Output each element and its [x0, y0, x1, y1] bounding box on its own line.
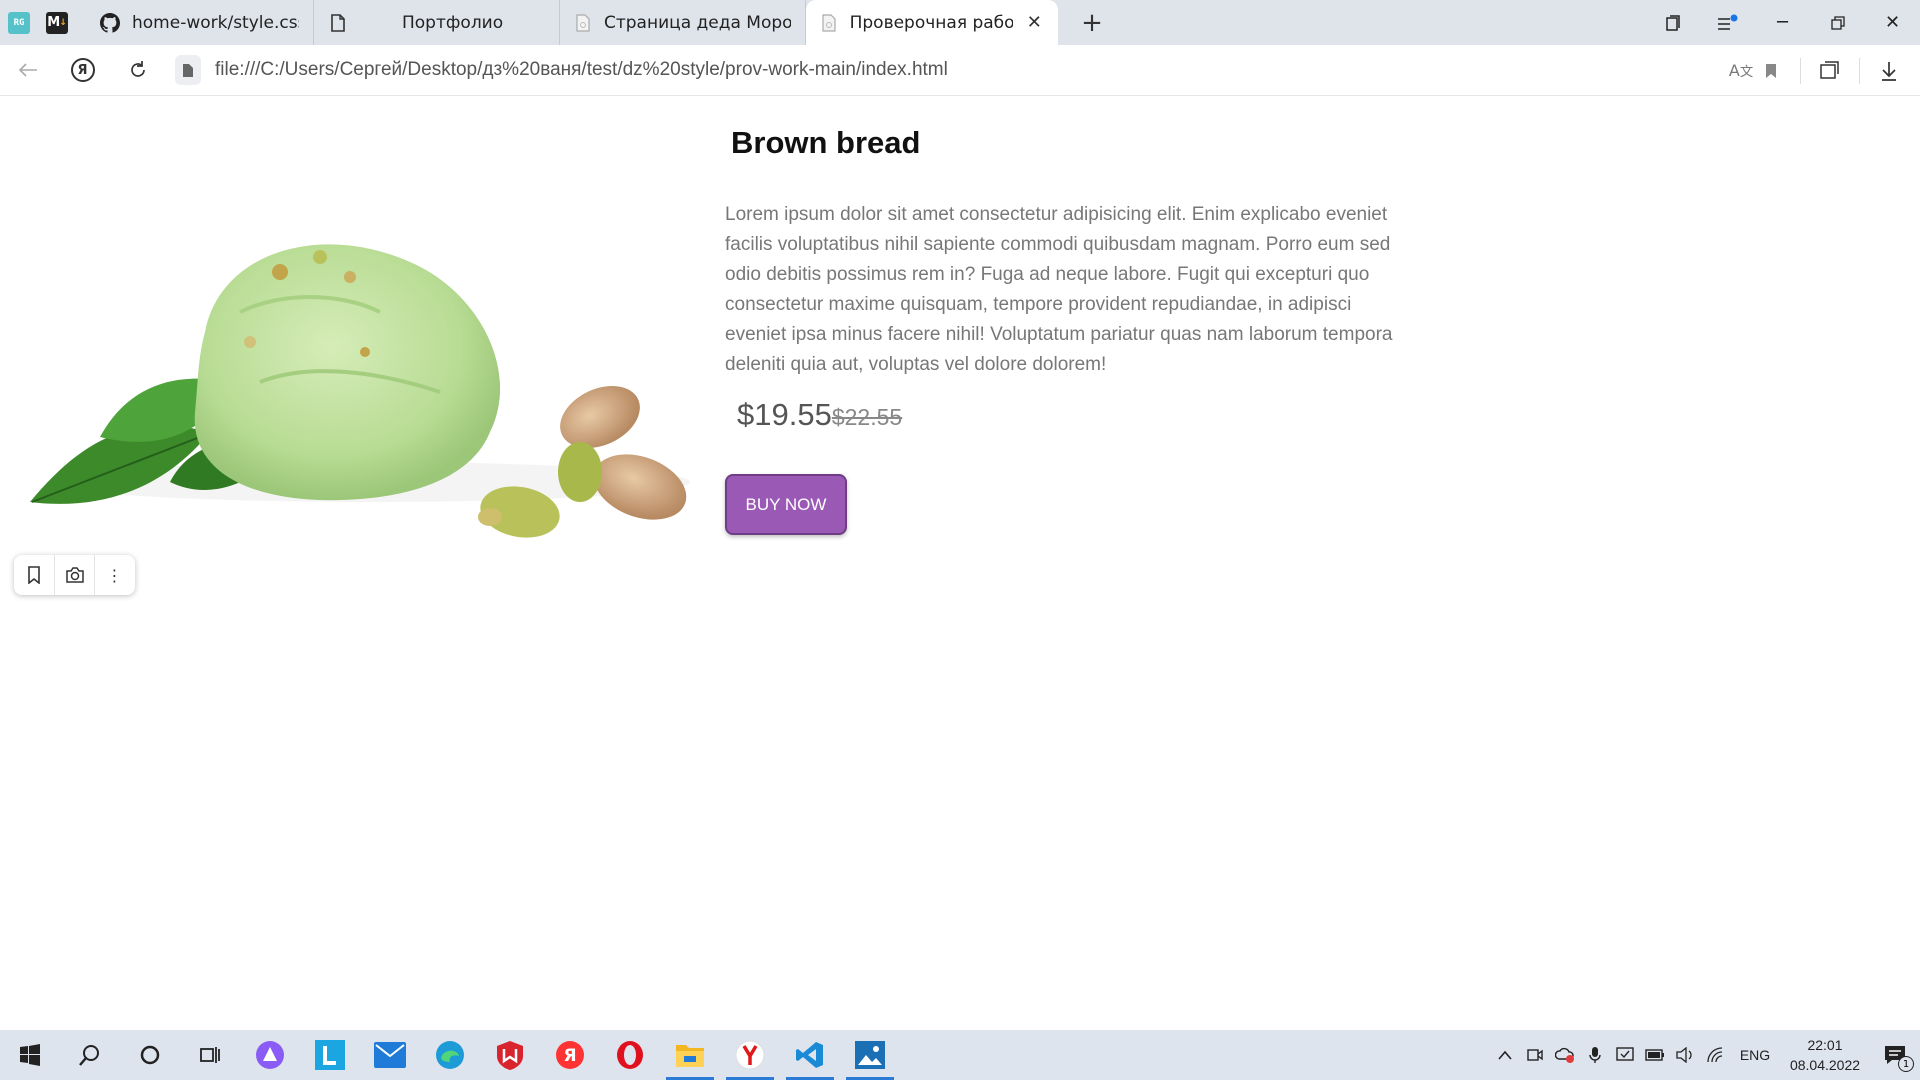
- chevron-up-icon[interactable]: [1490, 1030, 1520, 1080]
- microphone-icon[interactable]: [1580, 1030, 1610, 1080]
- windows-start-icon[interactable]: [0, 1030, 60, 1080]
- pinned-tab-markdown[interactable]: M ↓: [38, 0, 76, 45]
- close-tab-icon[interactable]: ✕: [1025, 12, 1044, 34]
- buy-now-button[interactable]: BUY NOW: [725, 474, 847, 535]
- system-tray: ENG 22:01 08.04.2022 1: [1490, 1030, 1920, 1080]
- task-view-icon[interactable]: [180, 1030, 240, 1080]
- camera-tray-icon[interactable]: [1520, 1030, 1550, 1080]
- github-icon: [100, 12, 120, 33]
- more-options-icon[interactable]: ⋮: [94, 555, 134, 595]
- tab-proverochnaya[interactable]: Проверочная работа ✕: [806, 0, 1058, 45]
- back-button[interactable]: [0, 45, 55, 96]
- product-title: Brown bread: [731, 125, 921, 160]
- yandex-icon: Я: [70, 58, 95, 82]
- opera-icon[interactable]: [600, 1030, 660, 1080]
- new-tab-button[interactable]: +: [1072, 0, 1112, 45]
- menu-icon[interactable]: [1700, 0, 1755, 45]
- page-content: Brown bread Lorem ipsum dolor sit amet c…: [0, 97, 1920, 1030]
- image-toolbar: ⋮: [14, 555, 135, 595]
- arrow-left-icon: [18, 63, 37, 77]
- windows-taskbar: Я ENG 22:01 08.04.2022 1: [0, 1030, 1920, 1080]
- yandex-button[interactable]: Я: [55, 45, 110, 96]
- tab-portfolio[interactable]: Портфолио: [314, 0, 560, 45]
- window-controls: ─ ✕: [1645, 0, 1920, 45]
- regex-icon: RG: [8, 11, 30, 34]
- cortana-icon[interactable]: [120, 1030, 180, 1080]
- search-icon[interactable]: [60, 1030, 120, 1080]
- device-icon[interactable]: [1610, 1030, 1640, 1080]
- lingvo-icon[interactable]: [300, 1030, 360, 1080]
- edge-icon[interactable]: [420, 1030, 480, 1080]
- address-bar: Я file:///C:/Users/Сергей/Desktop/дз%20в…: [0, 45, 1920, 96]
- clock-time: 22:01: [1807, 1037, 1843, 1053]
- vscode-icon[interactable]: [780, 1030, 840, 1080]
- divider: [1859, 57, 1860, 84]
- clock-date: 08.04.2022: [1789, 1057, 1861, 1073]
- page-icon: [574, 13, 592, 33]
- translate-icon[interactable]: A文: [1726, 45, 1756, 96]
- download-icon[interactable]: [1874, 45, 1904, 96]
- reload-button[interactable]: [110, 45, 165, 96]
- markdown-icon: M ↓: [46, 11, 68, 34]
- wifi-icon[interactable]: [1700, 1030, 1730, 1080]
- bookmark-image-icon[interactable]: [14, 555, 54, 595]
- file-explorer-icon[interactable]: [660, 1030, 720, 1080]
- old-price: $22.55: [831, 404, 903, 430]
- tab-title: home-work/style.css at ma: [132, 12, 299, 33]
- battery-icon[interactable]: [1640, 1030, 1670, 1080]
- tab-ded-moroz[interactable]: Страница деда Мороза: [560, 0, 806, 45]
- yandex-music-icon[interactable]: Я: [540, 1030, 600, 1080]
- yandex-browser-icon[interactable]: [720, 1030, 780, 1080]
- file-icon[interactable]: [175, 55, 201, 85]
- divider: [1800, 57, 1801, 84]
- notification-count: 1: [1898, 1056, 1914, 1072]
- url-text[interactable]: file:///C:/Users/Сергей/Desktop/дз%20ван…: [215, 59, 948, 81]
- bookmark-icon[interactable]: [1756, 45, 1786, 96]
- price-row: $19.55 $22.55: [737, 397, 902, 433]
- pinned-tab-regex[interactable]: RG: [0, 0, 38, 45]
- photos-icon[interactable]: [840, 1030, 900, 1080]
- document-icon: [328, 13, 348, 33]
- alice-icon[interactable]: [240, 1030, 300, 1080]
- language-indicator[interactable]: ENG: [1730, 1047, 1780, 1063]
- current-price: $19.55: [737, 397, 832, 432]
- tab-title: Проверочная работа: [849, 12, 1013, 33]
- collections-icon[interactable]: [1645, 0, 1700, 45]
- address-bar-actions: A文: [1726, 45, 1920, 96]
- restore-icon[interactable]: [1810, 0, 1865, 45]
- camera-icon[interactable]: [54, 555, 94, 595]
- browser-tab-bar: RG M↓ home-work/style.css at ma Портфоли…: [0, 0, 1920, 45]
- onedrive-error-icon[interactable]: [1550, 1030, 1580, 1080]
- mail-icon[interactable]: [360, 1030, 420, 1080]
- collections-panel-icon[interactable]: [1815, 45, 1845, 96]
- clock[interactable]: 22:01 08.04.2022: [1780, 1035, 1870, 1075]
- volume-icon[interactable]: [1670, 1030, 1700, 1080]
- svg-text:Я: Я: [563, 1046, 576, 1066]
- reload-icon: [130, 61, 145, 77]
- product-description: Lorem ipsum dolor sit amet consectetur a…: [725, 204, 1393, 375]
- mcafee-icon[interactable]: [480, 1030, 540, 1080]
- notification-center-button[interactable]: 1: [1870, 1030, 1920, 1080]
- tab-github[interactable]: home-work/style.css at ma: [86, 0, 314, 45]
- tab-title: Портфолио: [402, 12, 504, 33]
- minimize-icon[interactable]: ─: [1755, 0, 1810, 45]
- page-icon: [820, 13, 838, 33]
- tab-title: Страница деда Мороза: [603, 12, 791, 33]
- close-window-icon[interactable]: ✕: [1865, 0, 1920, 45]
